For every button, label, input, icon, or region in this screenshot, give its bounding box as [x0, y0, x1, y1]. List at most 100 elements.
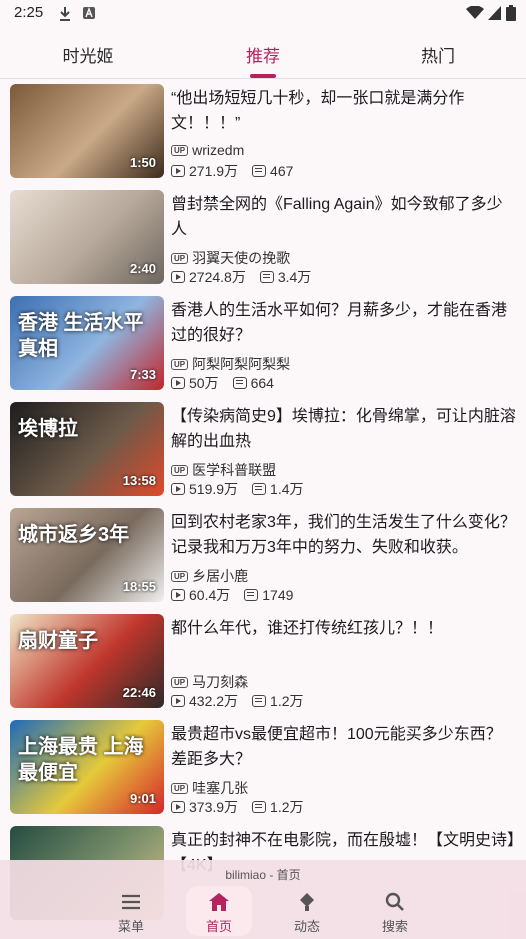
uploader-name: 乡居小鹿 [192, 568, 249, 584]
nav-home[interactable]: 首页 [186, 886, 252, 936]
play-count-icon [171, 483, 185, 495]
nav-caption: bilimiao - 首页 [225, 868, 301, 882]
up-badge-icon: UP [171, 144, 189, 156]
view-count: 60.4万 [189, 587, 231, 603]
video-duration: 7:33 [129, 367, 156, 382]
video-item[interactable]: 1:50 “他出场短短几十秒，却一张口就是满分作文！！！” UP wrizedm… [0, 84, 526, 190]
video-title[interactable]: 曾封禁全网的《Falling Again》如今致郁了多少人 [171, 192, 516, 242]
danmaku-icon [244, 589, 259, 601]
home-icon [209, 893, 229, 911]
play-count-icon [171, 589, 185, 601]
uploader-name: 阿梨阿梨阿梨梨 [192, 356, 291, 372]
video-title[interactable]: 最贵超市vs最便宜超市！100元能买多少东西？差距多大？ [171, 722, 516, 772]
menu-icon [122, 894, 140, 910]
video-thumbnail[interactable]: 2:40 [10, 190, 164, 284]
thumbnail-caption: 香港 生活水平真相 [18, 312, 144, 360]
view-count: 432.2万 [189, 693, 239, 709]
video-duration: 1:50 [129, 155, 156, 170]
video-title[interactable]: 回到农村老家3年，我们的生活发生了什么变化？记录我和万万3年中的努力、失败和收获… [171, 510, 516, 560]
danmaku-icon [259, 271, 274, 283]
play-count-icon [171, 695, 185, 707]
video-thumbnail[interactable]: 香港 生活水平真相 7:33 [10, 296, 164, 390]
video-thumbnail[interactable]: 扇财童子 22:46 [10, 614, 164, 708]
view-count: 271.9万 [189, 163, 239, 179]
up-badge-icon: UP [171, 358, 189, 370]
view-count: 50万 [189, 375, 219, 391]
video-thumbnail[interactable]: 城市返乡3年 18:55 [10, 508, 164, 602]
tab-indicator [250, 74, 276, 78]
nav-search[interactable]: 搜索 [362, 886, 428, 936]
danmaku-count: 3.4万 [277, 269, 312, 285]
stats-row: 2724.8万 3.4万 [171, 267, 311, 287]
video-thumbnail[interactable]: 上海最贵 上海最便宜 9:01 [10, 720, 164, 814]
tab-bar: 时光姬 推荐 热门 [0, 30, 526, 79]
video-item[interactable]: 香港 生活水平真相 7:33 香港人的生活水平如何？月薪多少，才能在香港过的很好… [0, 296, 526, 402]
video-thumbnail[interactable]: 埃博拉 13:58 [10, 402, 164, 496]
nav-home-label: 首页 [205, 919, 232, 934]
nav-menu-label: 菜单 [117, 919, 144, 934]
uploader-name: wrizedm [192, 142, 245, 158]
up-badge-icon: UP [171, 570, 189, 582]
stats-row: 519.9万 1.4万 [171, 479, 304, 499]
stats-row: 271.9万 467 [171, 161, 293, 181]
danmaku-count: 1.2万 [270, 693, 304, 709]
uploader-name: 哇塞几张 [192, 780, 249, 796]
video-duration: 22:46 [122, 685, 156, 700]
video-thumbnail[interactable]: 1:50 [10, 84, 164, 178]
video-duration: 9:01 [129, 791, 156, 806]
video-item[interactable]: 2:40 曾封禁全网的《Falling Again》如今致郁了多少人 UP 羽翼… [0, 190, 526, 296]
feed-icon [300, 893, 314, 911]
video-item[interactable]: 城市返乡3年 18:55 回到农村老家3年，我们的生活发生了什么变化？记录我和万… [0, 508, 526, 614]
search-icon [385, 892, 404, 911]
stats-row: 373.9万 1.2万 [171, 797, 304, 817]
tab-recommend[interactable]: 推荐 [203, 42, 323, 67]
danmaku-count: 467 [270, 163, 294, 179]
uploader-row: UP 羽翼天使の挽歌 [171, 248, 290, 268]
video-title[interactable]: 香港人的生活水平如何？月薪多少，才能在香港过的很好？ [171, 298, 516, 348]
status-bar: 2:25 [0, 0, 526, 26]
danmaku-icon [232, 377, 247, 389]
uploader-row: UP 马刀刻森 [171, 672, 248, 692]
up-badge-icon: UP [171, 782, 189, 794]
video-item[interactable]: 上海最贵 上海最便宜 9:01 最贵超市vs最便宜超市！100元能买多少东西？差… [0, 720, 526, 826]
uploader-name: 羽翼天使の挽歌 [192, 250, 291, 266]
tab-popular[interactable]: 热门 [378, 42, 498, 67]
danmaku-icon [252, 695, 267, 707]
uploader-row: UP 医学科普联盟 [171, 460, 276, 480]
video-duration: 18:55 [122, 579, 156, 594]
wifi-icon [466, 6, 484, 19]
uploader-row: UP wrizedm [171, 142, 244, 158]
video-title[interactable]: “他出场短短几十秒，却一张口就是满分作文！！！” [171, 86, 516, 136]
play-count-icon [171, 271, 185, 283]
danmaku-count: 1.2万 [270, 799, 304, 815]
up-badge-icon: UP [171, 464, 189, 476]
play-count-icon [171, 801, 185, 813]
video-title[interactable]: 【传染病简史9】埃博拉：化骨绵掌，可让内脏溶解的出血热 [171, 404, 516, 454]
view-count: 373.9万 [189, 799, 239, 815]
video-title[interactable]: 都什么年代，谁还打传统红孩儿？！！ [171, 616, 516, 641]
nav-feed[interactable]: 动态 [274, 886, 340, 936]
up-badge-icon: UP [171, 676, 189, 688]
tab-timeline[interactable]: 时光姬 [28, 42, 148, 67]
stats-row: 50万 664 [171, 373, 274, 393]
nav-feed-label: 动态 [293, 919, 320, 934]
thumbnail-caption: 城市返乡3年 [18, 524, 130, 546]
download-icon [60, 7, 70, 21]
uploader-name: 医学科普联盟 [192, 462, 277, 478]
up-badge-icon: UP [171, 252, 189, 264]
nav-menu[interactable]: 菜单 [98, 886, 164, 936]
video-item[interactable]: 扇财童子 22:46 都什么年代，谁还打传统红孩儿？！！ UP 马刀刻森 432… [0, 614, 526, 720]
nav-search-label: 搜索 [381, 919, 408, 934]
stats-row: 432.2万 1.2万 [171, 691, 304, 711]
video-duration: 2:40 [129, 261, 156, 276]
view-count: 519.9万 [189, 481, 239, 497]
play-count-icon [171, 377, 185, 389]
danmaku-count: 1.4万 [270, 481, 304, 497]
video-item[interactable]: 埃博拉 13:58 【传染病简史9】埃博拉：化骨绵掌，可让内脏溶解的出血热 UP… [0, 402, 526, 508]
bottom-nav: bilimiao - 首页 菜单 首页 动态 搜索 [0, 860, 526, 939]
view-count: 2724.8万 [189, 269, 246, 285]
battery-icon [506, 5, 516, 21]
danmaku-icon [252, 483, 267, 495]
danmaku-icon [252, 801, 267, 813]
thumbnail-caption: 埃博拉 [18, 418, 78, 440]
